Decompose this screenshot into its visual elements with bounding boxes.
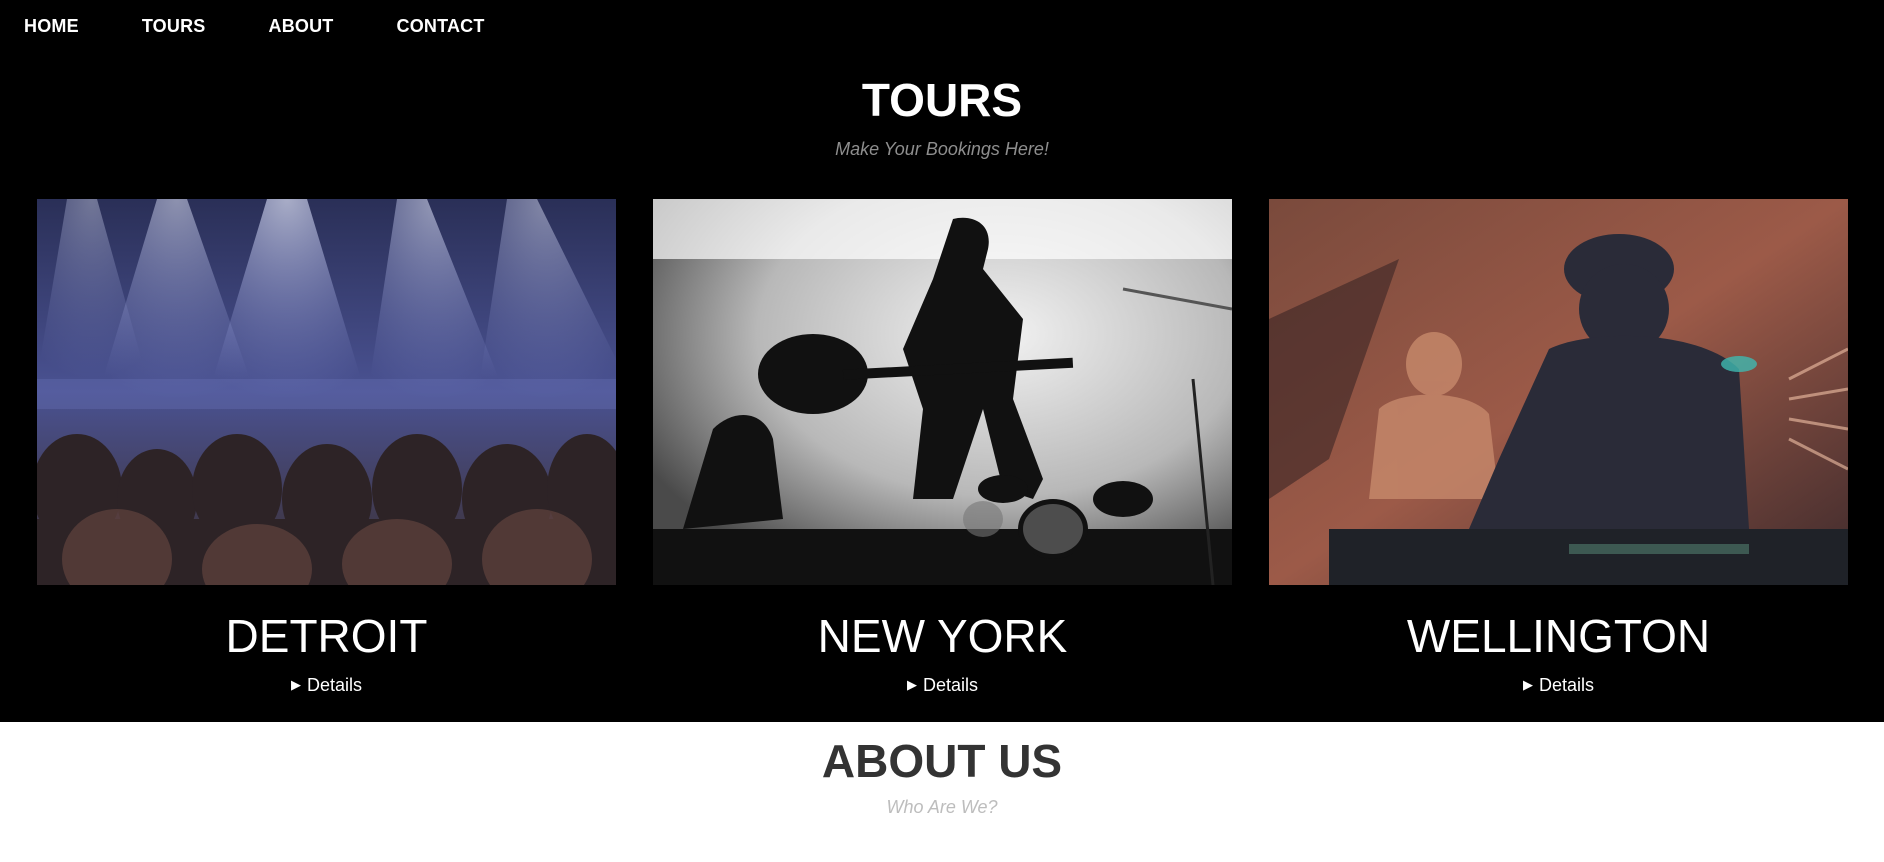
about-section: ABOUT US Who Are We?	[0, 722, 1884, 862]
nav-about-link[interactable]: ABOUT	[269, 16, 334, 37]
about-heading: ABOUT US	[821, 735, 1063, 787]
guitarist-stage-image	[653, 199, 1232, 585]
tours-subtitle: Make Your Bookings Here!	[835, 139, 1049, 159]
nav-tours-link[interactable]: TOURS	[142, 16, 206, 37]
about-subtitle: Who Are We?	[886, 797, 998, 817]
tour-card-new-york: NEW YORK ▶ Details	[653, 199, 1232, 696]
tour-city-name: DETROIT	[225, 610, 428, 662]
top-navbar: HOME TOURS ABOUT CONTACT	[0, 0, 1884, 53]
concert-crowd-image	[37, 199, 616, 585]
tour-card-wellington: WELLINGTON ▶ Details	[1269, 199, 1848, 696]
details-label: Details	[922, 675, 979, 695]
tours-section: TOURS Make Your Bookings Here! DETROIT ▶…	[0, 53, 1884, 722]
nav-home-link[interactable]: HOME	[24, 16, 79, 37]
tour-details-toggle[interactable]: ▶ Details	[37, 675, 616, 696]
dj-performing-image	[1269, 199, 1848, 585]
triangle-right-icon: ▶	[1522, 677, 1533, 692]
tours-heading: TOURS	[861, 74, 1023, 126]
triangle-right-icon: ▶	[906, 677, 917, 692]
tour-city-name: NEW YORK	[817, 610, 1068, 662]
details-label: Details	[1538, 675, 1595, 695]
triangle-right-icon: ▶	[290, 677, 301, 692]
tour-details-toggle[interactable]: ▶ Details	[1269, 675, 1848, 696]
nav-contact-link[interactable]: CONTACT	[397, 16, 485, 37]
tour-city-name: WELLINGTON	[1406, 610, 1711, 662]
details-label: Details	[306, 675, 363, 695]
tour-details-toggle[interactable]: ▶ Details	[653, 675, 1232, 696]
tour-card-detroit: DETROIT ▶ Details	[37, 199, 616, 696]
